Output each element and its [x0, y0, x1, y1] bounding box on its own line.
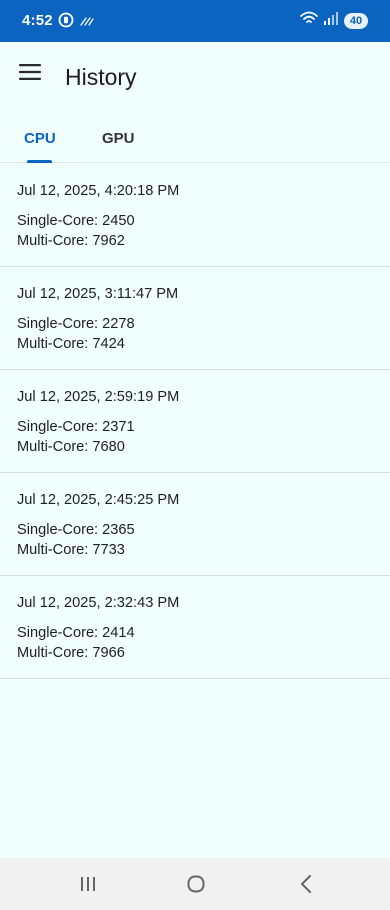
- single-core-score: Single-Core: 2278: [17, 316, 135, 332]
- multi-core-score: Multi-Core: 7962: [17, 233, 125, 249]
- single-core-score: Single-Core: 2450: [17, 213, 135, 229]
- app-bar: History: [0, 42, 390, 114]
- history-date: Jul 12, 2025, 3:11:47 PM: [17, 286, 179, 302]
- hamburger-menu-icon: [19, 63, 41, 85]
- signal-wave-icon: [80, 14, 94, 32]
- status-right-icons: 40: [300, 11, 368, 30]
- multi-core-score: Multi-Core: 7680: [17, 439, 125, 455]
- tab-bar: CPU GPU: [0, 114, 390, 163]
- wifi-icon: [300, 11, 318, 30]
- back-icon[interactable]: [296, 873, 316, 895]
- single-core-score: Single-Core: 2371: [17, 419, 135, 435]
- multi-core-score: Multi-Core: 7424: [17, 336, 125, 352]
- multi-core-score: Multi-Core: 7733: [17, 542, 125, 558]
- history-date: Jul 12, 2025, 4:20:18 PM: [17, 183, 180, 199]
- tab-selected-indicator: [27, 160, 52, 163]
- recents-icon[interactable]: [78, 874, 98, 894]
- history-item[interactable]: Jul 12, 2025, 2:32:43 PM Single-Core: 24…: [0, 576, 390, 679]
- single-core-score: Single-Core: 2365: [17, 522, 135, 538]
- history-item[interactable]: Jul 12, 2025, 3:11:47 PM Single-Core: 22…: [0, 267, 390, 370]
- history-item[interactable]: Jul 12, 2025, 2:45:25 PM Single-Core: 23…: [0, 473, 390, 576]
- tab-gpu[interactable]: GPU: [102, 130, 135, 147]
- history-date: Jul 12, 2025, 2:45:25 PM: [17, 492, 180, 508]
- battery-indicator: 40: [344, 12, 368, 29]
- tab-cpu[interactable]: CPU: [24, 130, 56, 147]
- status-bar: 4:52 40: [0, 0, 390, 42]
- menu-button[interactable]: [16, 60, 44, 88]
- notification-circle-icon: [58, 12, 74, 33]
- status-time: 4:52: [22, 12, 53, 29]
- single-core-score: Single-Core: 2414: [17, 625, 135, 641]
- history-date: Jul 12, 2025, 2:59:19 PM: [17, 389, 180, 405]
- cell-signal-icon: [324, 11, 338, 30]
- page-title: History: [65, 64, 137, 90]
- history-date: Jul 12, 2025, 2:32:43 PM: [17, 595, 180, 611]
- history-item[interactable]: Jul 12, 2025, 4:20:18 PM Single-Core: 24…: [0, 164, 390, 267]
- system-nav-bar: [0, 858, 390, 910]
- multi-core-score: Multi-Core: 7966: [17, 645, 125, 661]
- home-icon[interactable]: [186, 874, 206, 894]
- status-left-icons: [58, 12, 94, 33]
- history-list: Jul 12, 2025, 4:20:18 PM Single-Core: 24…: [0, 164, 390, 679]
- history-item[interactable]: Jul 12, 2025, 2:59:19 PM Single-Core: 23…: [0, 370, 390, 473]
